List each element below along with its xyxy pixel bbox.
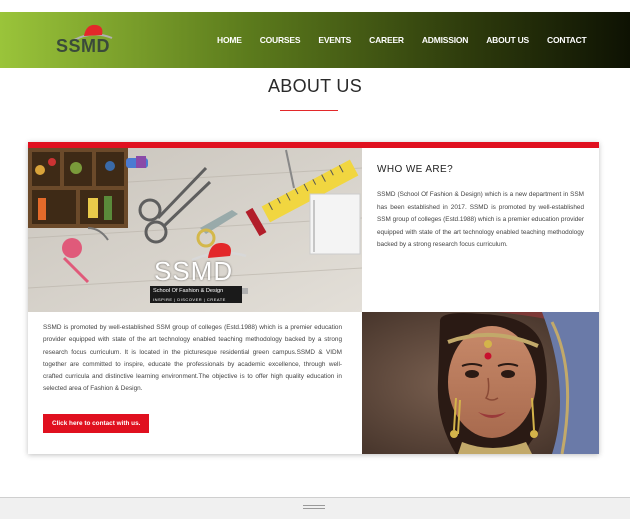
banner-logo-text: SSMD xyxy=(154,256,234,286)
about-section: SSMD is promoted by well-established SSM… xyxy=(28,312,362,454)
site-logo[interactable]: SSMD xyxy=(52,20,116,60)
who-we-are-title: WHO WE ARE? xyxy=(377,164,454,175)
about-card: SSMD School Of Fashion & Design INSPIRE … xyxy=(28,142,599,454)
nav-events[interactable]: EVENTS xyxy=(318,35,351,45)
banner-logo-subtitle: School Of Fashion & Design xyxy=(150,286,242,296)
nav-about-us[interactable]: ABOUT US xyxy=(486,35,529,45)
title-divider xyxy=(280,110,338,111)
ssmd-banner-logo: SSMD School Of Fashion & Design INSPIRE … xyxy=(150,240,258,312)
banner-logo-tagline: INSPIRE | DISCOVER | CREATE xyxy=(150,296,242,303)
nav-home[interactable]: HOME xyxy=(217,35,242,45)
who-we-are-body: SSMD (School Of Fashion & Design) which … xyxy=(377,191,584,249)
logo-text: SSMD xyxy=(56,36,111,56)
model-portrait-image xyxy=(362,312,599,454)
nav-career[interactable]: CAREER xyxy=(369,35,404,45)
main-nav: HOME COURSES EVENTS CAREER ADMISSION ABO… xyxy=(208,12,596,68)
drag-handle-icon[interactable] xyxy=(303,505,325,509)
sewing-tools-banner-image: SSMD School Of Fashion & Design INSPIRE … xyxy=(28,148,362,312)
who-we-are-section: WHO WE ARE? SSMD (School Of Fashion & De… xyxy=(362,148,599,312)
page-title: ABOUT US xyxy=(267,76,363,96)
about-body: SSMD is promoted by well-established SSM… xyxy=(43,324,342,393)
contact-us-button[interactable]: Click here to contact with us. xyxy=(43,413,150,433)
site-header: SSMD HOME COURSES EVENTS CAREER ADMISSIO… xyxy=(0,12,630,68)
nav-courses[interactable]: COURSES xyxy=(260,35,301,45)
nav-contact[interactable]: CONTACT xyxy=(547,35,587,45)
footer-bar xyxy=(0,498,630,519)
top-spacer xyxy=(0,0,630,12)
nav-admission[interactable]: ADMISSION xyxy=(422,35,469,45)
